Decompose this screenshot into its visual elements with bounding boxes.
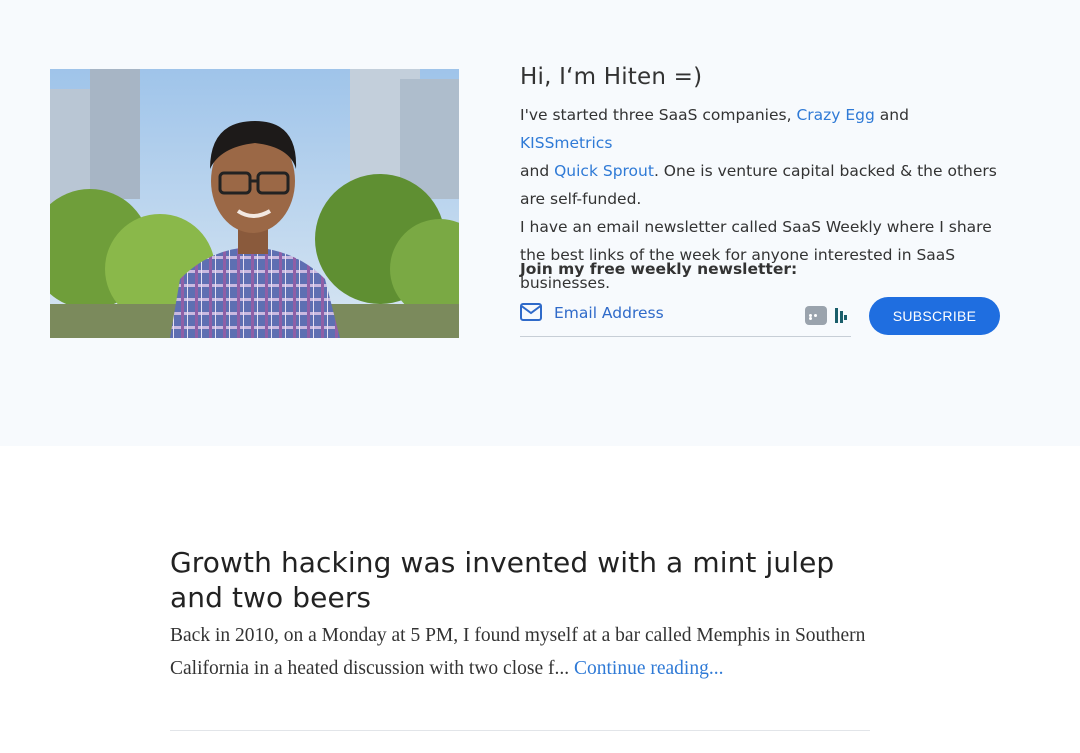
post-excerpt: Back in 2010, on a Monday at 5 PM, I fou… [170,619,870,685]
post-title: Growth hacking was invented with a mint … [170,545,870,615]
kissmetrics-link[interactable]: KISSmetrics [520,134,612,152]
post-title-link[interactable]: Growth hacking was invented with a mint … [170,546,834,614]
post-preview: Growth hacking was invented with a mint … [170,545,870,685]
email-input[interactable] [554,298,794,328]
greeting-heading: Hi, I‘m Hiten =) [520,64,703,90]
bio-text: and [874,106,909,124]
extension-icon[interactable] [835,308,847,323]
crazy-egg-link[interactable]: Crazy Egg [796,106,874,124]
bio-text: I've started three SaaS companies, [520,106,797,124]
hero-section: Hi, I‘m Hiten =) I've started three SaaS… [0,0,1080,446]
post-excerpt-text: Back in 2010, on a Monday at 5 PM, I fou… [170,625,866,679]
post-divider [170,730,870,731]
password-manager-icon[interactable] [805,306,827,325]
email-field [520,296,851,337]
mail-icon [520,303,542,321]
newsletter-label: Join my free weekly newsletter: [520,260,798,278]
bio-text: and [520,162,555,180]
bio-newsletter-text: I have an email newsletter called SaaS W… [520,218,992,292]
continue-reading-link[interactable]: Continue reading... [574,658,723,679]
subscribe-button[interactable]: SUBSCRIBE [869,297,1000,335]
quick-sprout-link[interactable]: Quick Sprout [554,162,654,180]
profile-photo [50,69,459,338]
